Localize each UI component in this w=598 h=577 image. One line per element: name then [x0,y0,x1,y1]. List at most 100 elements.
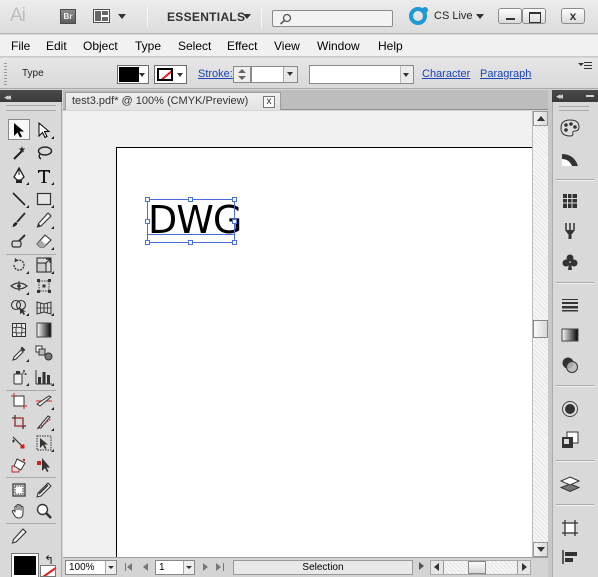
selection-bounding-box[interactable] [147,199,235,243]
graphic-styles-panel-button[interactable] [559,429,581,451]
gradient-panel-button[interactable] [559,324,581,346]
pencil-small-tool[interactable] [8,525,30,546]
artboard[interactable]: DWG [116,147,532,557]
scale-tool[interactable] [33,254,55,275]
menu-type[interactable]: Type [135,39,161,53]
live-paint-bucket-tool[interactable] [8,454,30,475]
artboard-number-field[interactable]: 1 [155,560,195,575]
stroke-color-picker[interactable] [154,65,187,84]
stroke-panel-button[interactable] [559,294,581,316]
font-family-dropdown[interactable] [400,66,413,83]
horizontal-scrollbar[interactable] [430,560,531,575]
stroke-weight-dropdown[interactable] [283,67,297,82]
pen-tool[interactable] [8,165,30,186]
zoom-level-field[interactable]: 100% [65,560,117,575]
bounding-box-handle[interactable] [232,219,237,224]
brushes-panel-button[interactable] [559,220,581,242]
status-menu-arrow[interactable] [419,562,424,570]
menu-file[interactable]: File [11,39,30,53]
menu-view[interactable]: View [274,39,300,53]
vertical-scroll-thumb[interactable] [533,320,548,338]
first-artboard-button[interactable] [125,562,135,573]
perspective-grid-tool[interactable] [33,296,55,317]
color-panel-button[interactable] [559,117,581,139]
artboard-tool[interactable] [8,390,30,411]
status-indicator[interactable]: Selection [233,560,413,575]
gradient-tool[interactable] [33,319,55,340]
blend-tool[interactable] [33,342,55,363]
panel-grip[interactable] [4,63,7,85]
menu-select[interactable]: Select [178,39,211,53]
zoom-tool[interactable] [33,500,55,521]
swatches-panel-button[interactable] [559,190,581,212]
symbols-panel-button[interactable] [559,251,581,273]
dock-header[interactable]: ◂◂ [552,90,598,102]
menu-effect[interactable]: Effect [227,39,257,53]
menu-help[interactable]: Help [378,39,403,53]
document-canvas[interactable]: DWG [63,111,532,557]
bridge-button[interactable]: Br [60,9,76,24]
chevron-down-icon[interactable] [243,14,251,19]
scroll-right-button[interactable] [517,561,530,574]
type-tool[interactable] [33,165,55,186]
cs-live-icon[interactable] [409,7,428,25]
stroke-color-box[interactable] [40,565,56,577]
bounding-box-handle[interactable] [232,240,237,245]
hand-tool[interactable] [8,500,30,521]
perspective-selection-tool[interactable] [33,454,55,475]
character-panel-link[interactable]: Character [422,68,470,80]
menu-edit[interactable]: Edit [46,39,67,53]
arrange-documents-button[interactable] [93,9,127,24]
width-tool[interactable] [8,275,30,296]
fill-color-picker[interactable] [117,65,149,84]
live-paint-selection-tool[interactable] [33,432,55,453]
lasso-tool[interactable] [33,142,55,163]
toolbox-header[interactable]: ◂◂ [0,90,62,102]
color-guide-panel-button[interactable] [559,148,581,170]
column-graph-tool[interactable] [33,366,55,387]
scroll-up-button[interactable] [533,111,548,126]
line-segment-tool[interactable] [8,188,30,209]
slice-tool[interactable] [33,390,55,411]
bounding-box-handle[interactable] [145,219,150,224]
symbol-sprayer-tool[interactable] [8,366,30,387]
measure-tool[interactable] [33,479,55,500]
direct-selection-tool[interactable] [33,119,55,140]
search-input[interactable] [272,10,393,27]
rectangle-tool[interactable] [33,188,55,209]
panel-menu-icon[interactable] [578,61,592,73]
artboard-dropdown[interactable] [183,561,194,574]
menu-window[interactable]: Window [317,39,360,53]
panel-grip[interactable] [559,106,589,111]
bounding-box-handle[interactable] [188,240,193,245]
crop-area-tool[interactable] [8,411,30,432]
layers-panel-button[interactable] [559,473,581,495]
expand-panels-icon[interactable]: ◂◂ [556,91,563,102]
eraser-tool[interactable] [33,230,55,251]
bounding-box-handle[interactable] [145,197,150,202]
bounding-box-handle[interactable] [145,240,150,245]
scroll-left-button[interactable] [431,561,444,574]
maximize-button[interactable] [522,8,546,24]
crop-tool[interactable] [8,479,30,500]
bounding-box-handle[interactable] [188,197,193,202]
stroke-panel-link[interactable]: Stroke: [198,68,233,80]
font-family-field[interactable] [309,65,414,84]
scroll-down-button[interactable] [533,542,548,557]
bounding-box-handle[interactable] [232,197,237,202]
magic-wand-tool[interactable] [8,142,30,163]
fill-color-box[interactable] [11,553,39,577]
shape-builder-tool[interactable] [8,296,30,317]
appearance-panel-button[interactable] [559,398,581,420]
paragraph-panel-link[interactable]: Paragraph [480,68,531,80]
vertical-scrollbar[interactable] [532,111,548,557]
paintbrush-tool[interactable] [8,209,30,230]
rotate-tool[interactable] [8,254,30,275]
knife-tool[interactable] [33,411,55,432]
artboards-panel-button[interactable] [559,517,581,539]
close-window-button[interactable]: x [561,8,585,24]
last-artboard-button[interactable] [215,562,225,573]
next-artboard-button[interactable] [201,562,211,573]
transparency-panel-button[interactable] [559,354,581,376]
anchor-point-tool[interactable] [8,432,30,453]
